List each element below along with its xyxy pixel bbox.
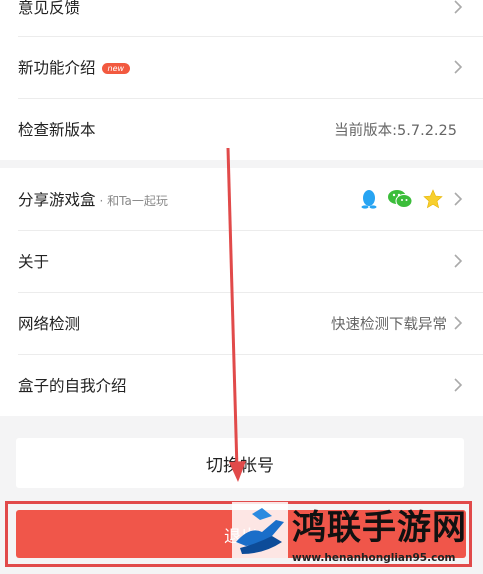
new-features-label: 新功能介绍 new [18,56,131,78]
share-icons [361,189,443,209]
qzone-star-icon[interactable] [423,189,443,209]
intro-label: 盒子的自我介绍 [18,377,127,395]
about-row[interactable]: 关于 [0,230,483,292]
share-text: 分享游戏盒 [18,191,96,209]
switch-account-button[interactable]: 切换帐号 [16,438,464,488]
settings-group-bottom: 分享游戏盒 · 和Ta一起玩 关于 网络检测 快速检测下载异常 盒子的自我介绍 [0,168,483,416]
wechat-icon[interactable] [387,189,413,209]
new-features-row[interactable]: 新功能介绍 new [0,36,483,98]
watermark: 鸿联手游网 www.henanhonglian95.com [232,494,477,572]
new-badge: new [101,63,131,74]
chevron-right-icon [454,0,463,14]
about-label: 关于 [18,253,50,271]
check-update-label: 检查新版本 [18,121,96,139]
chevron-right-icon [454,60,463,74]
current-version-value: 当前版本:5.7.2.25 [334,122,457,139]
share-label: 分享游戏盒 · 和Ta一起玩 [18,188,168,210]
feedback-row[interactable]: 意见反馈 [0,0,483,38]
chevron-right-icon [454,316,463,330]
network-check-row[interactable]: 网络检测 快速检测下载异常 [0,292,483,354]
qq-icon[interactable] [361,189,377,209]
share-row[interactable]: 分享游戏盒 · 和Ta一起玩 [0,168,483,230]
network-check-label: 网络检测 [18,315,81,333]
share-subtitle: · 和Ta一起玩 [99,194,168,208]
network-check-value: 快速检测下载异常 [331,316,447,333]
watermark-logo-icon [232,502,288,558]
chevron-right-icon [454,254,463,268]
check-update-row[interactable]: 检查新版本 当前版本:5.7.2.25 [0,98,483,160]
chevron-right-icon [454,378,463,392]
feedback-label: 意见反馈 [18,0,81,17]
watermark-url: www.henanhonglian95.com [292,552,456,564]
chevron-right-icon [454,192,463,206]
settings-group-top: 意见反馈 新功能介绍 new 检查新版本 当前版本:5.7.2.25 [0,0,483,160]
intro-row[interactable]: 盒子的自我介绍 [0,354,483,416]
new-features-text: 新功能介绍 [18,59,96,77]
watermark-title: 鸿联手游网 [292,508,467,548]
